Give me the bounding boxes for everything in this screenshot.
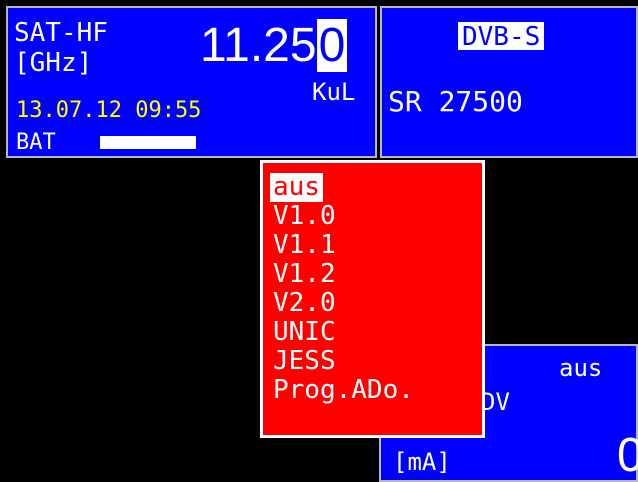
symbol-rate: SR 27500 (388, 85, 523, 118)
battery-level-bar (100, 136, 196, 149)
meter-screen: SAT-HF [GHz] 11.250 KuL 13.07.12 09:55 B… (0, 0, 638, 482)
dropdown-option-prog-ado[interactable]: Prog.ADo. (270, 376, 417, 405)
band-label: KuL (312, 78, 356, 106)
frequency-digits: 11.25 (200, 19, 317, 72)
current-unit: [mA] (393, 448, 451, 476)
dropdown-option-v1-0[interactable]: V1.0 (270, 202, 339, 231)
frequency-unit: [GHz] (14, 48, 93, 78)
dropdown-option-unic[interactable]: UNIC (270, 318, 339, 347)
frequency-edit-cursor[interactable]: 0 (316, 19, 348, 72)
lnb-setting-value: aus (559, 354, 603, 382)
current-reading: 0 (617, 429, 638, 482)
frequency-value[interactable]: 11.250 (200, 19, 348, 72)
sat-hf-panel[interactable]: SAT-HF [GHz] 11.250 KuL 13.07.12 09:55 B… (6, 6, 377, 158)
voltage-label: DV (481, 388, 510, 416)
dropdown-option-aus[interactable]: aus (270, 173, 323, 202)
dropdown-option-jess[interactable]: JESS (270, 347, 339, 376)
dropdown-option-v1-2[interactable]: V1.2 (270, 260, 339, 289)
dropdown-option-v1-1[interactable]: V1.1 (270, 231, 339, 260)
mode-label[interactable]: DVB-S (458, 22, 545, 50)
sat-hf-label: SAT-HF (14, 18, 108, 48)
dropdown-option-v2-0[interactable]: V2.0 (270, 289, 339, 318)
date-time: 13.07.12 09:55 (16, 98, 202, 123)
unicable-dropdown[interactable]: aus V1.0 V1.1 V1.2 V2.0 UNIC JESS Prog.A… (260, 160, 485, 438)
dvb-panel[interactable]: DVB-S SR 27500 (380, 6, 638, 158)
battery-label: BAT (16, 130, 56, 155)
